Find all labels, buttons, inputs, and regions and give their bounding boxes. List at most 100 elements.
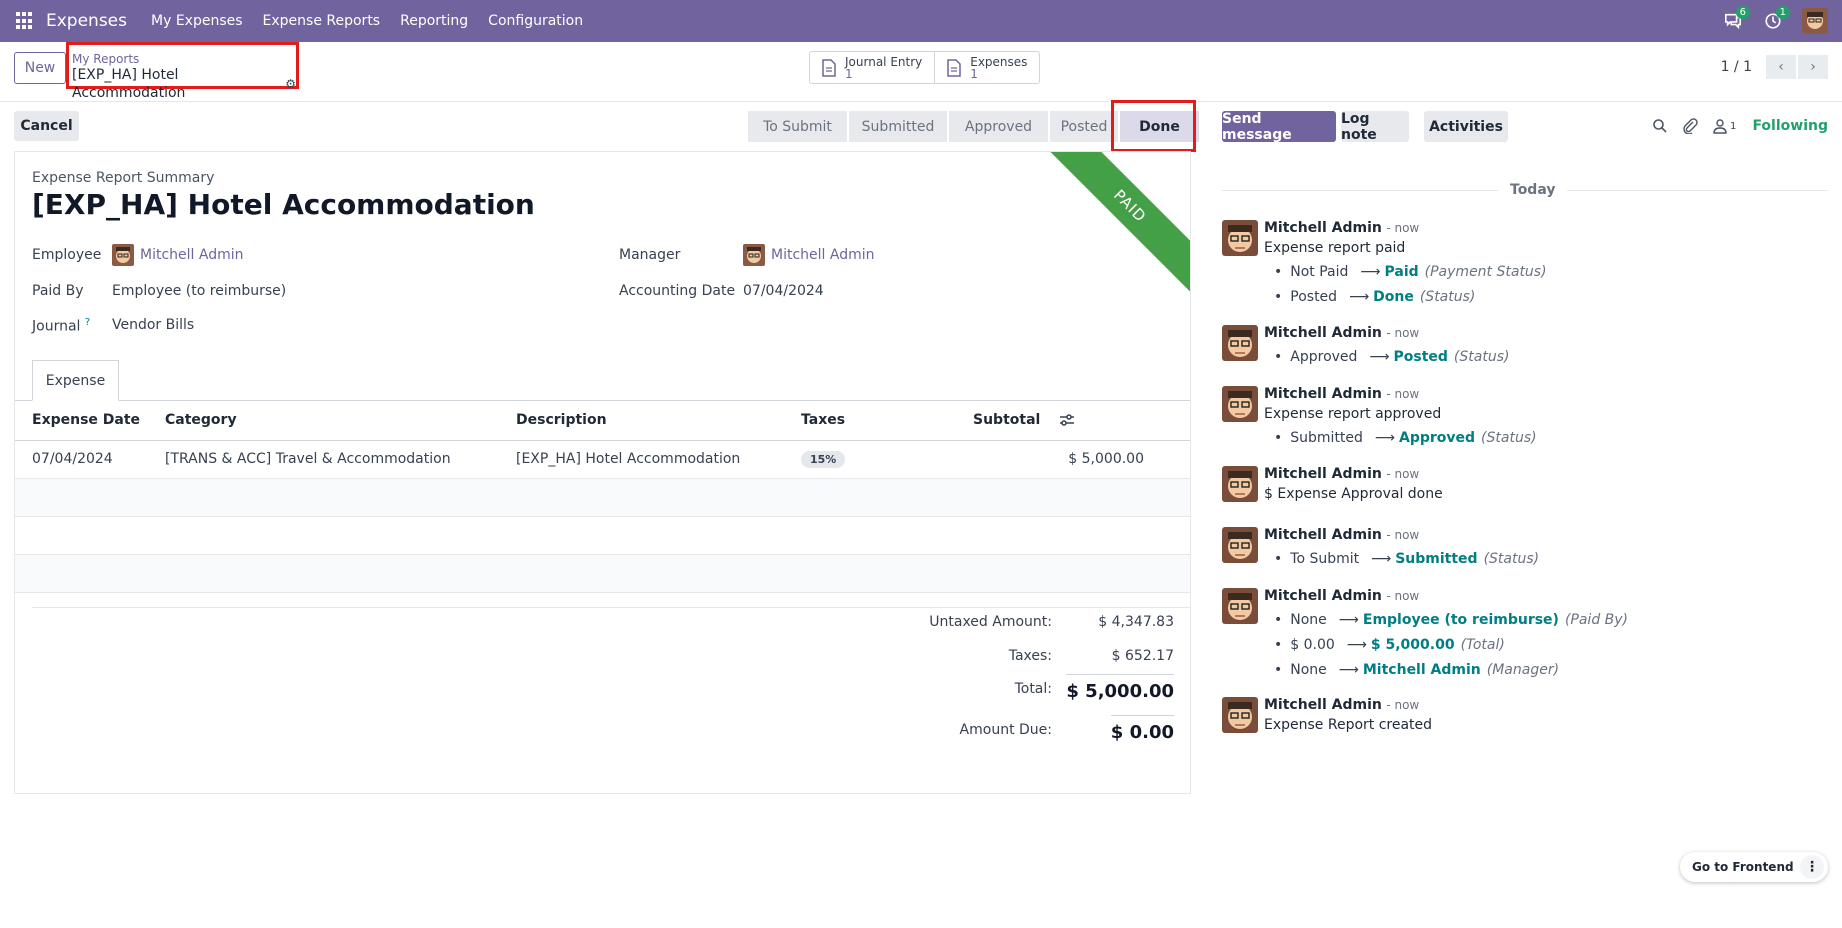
header-description[interactable]: Description [516,401,801,441]
message-header: Mitchell Admin - now [1264,588,1824,604]
activities-button[interactable]: Activities [1424,111,1508,142]
send-message-button[interactable]: Send message [1222,111,1336,143]
cell-description[interactable]: [EXP_HA] Hotel Accommodation [516,440,801,479]
done-highlight-box [1111,100,1196,152]
tab-expense[interactable]: Expense [32,360,119,401]
summary-label: Expense Report Summary [32,170,215,186]
message-author[interactable]: Mitchell Admin [1264,466,1382,482]
message-author[interactable]: Mitchell Admin [1264,386,1382,402]
pager-value[interactable]: 1 / 1 [1721,59,1752,75]
menu-expense-reports[interactable]: Expense Reports [263,13,381,29]
message-author[interactable]: Mitchell Admin [1264,220,1382,236]
help-icon[interactable]: ? [85,317,90,328]
stage-to-submit[interactable]: To Submit [748,111,847,142]
go-to-frontend-button[interactable]: Go to Frontend ⋮ [1680,852,1828,882]
manager-field[interactable]: Mitchell Admin [743,244,875,266]
untaxed-amount-value: $ 4,347.83 [1098,614,1174,630]
message-author[interactable]: Mitchell Admin [1264,697,1382,713]
journal-entry-count: 1 [845,66,853,81]
more-options-icon[interactable]: ⋮ [1800,855,1824,879]
tracking-field: (Status) [1483,551,1540,567]
tax-badge: 15% [801,451,846,468]
tracking-field: (Status) [1481,430,1537,446]
tracking-list: To Submit ⟶Submitted (Status) [1264,547,1824,572]
user-avatar[interactable] [1802,8,1828,34]
breadcrumb: My Reports [EXP_HA] Hotel Accommodation … [66,42,299,101]
message-body: Mitchell Admin - now Approved ⟶Posted (Sta… [1264,325,1824,370]
activity-menu[interactable]: 1 [1756,0,1790,42]
paid-by-value[interactable]: Employee (to reimburse) [112,283,286,299]
arrow-right-icon: ⟶ [1371,551,1392,567]
header-expense-date[interactable]: Expense Date [15,401,165,441]
breadcrumb-current-label: [EXP_HA] Hotel Accommodation [72,67,186,101]
messaging-menu[interactable]: 6 [1716,0,1750,42]
paperclip-icon[interactable] [1682,118,1698,134]
expenses-smart-button[interactable]: Expenses 1 [935,52,1039,83]
menu-configuration[interactable]: Configuration [488,13,583,29]
untaxed-amount-label: Untaxed Amount: [929,614,1052,630]
pager-next-button[interactable]: › [1798,55,1828,79]
author-avatar[interactable] [1222,220,1258,256]
tracking-new-value: Paid [1384,264,1419,280]
tracking-old-value: None [1290,662,1327,678]
taxes-label: Taxes: [1008,648,1052,664]
author-avatar[interactable] [1222,325,1258,361]
cancel-button[interactable]: Cancel [14,111,79,141]
message-date: - now [1386,698,1420,712]
apps-menu-icon[interactable] [16,12,34,30]
message-text: Expense Report created [1264,717,1433,733]
message-body: Mitchell Admin - now $ Expense Approval … [1264,466,1824,502]
header-taxes[interactable]: Taxes [801,401,973,441]
accounting-date-value[interactable]: 07/04/2024 [743,283,824,299]
author-avatar[interactable] [1222,697,1258,733]
tracking-new-value: Submitted [1395,551,1478,567]
menu-reporting[interactable]: Reporting [400,13,468,29]
tracking-item: $ 0.00 ⟶$ 5,000.00 (Total) [1274,633,1824,658]
go-to-frontend-label: Go to Frontend [1692,860,1794,874]
cell-subtotal[interactable]: $ 5,000.00 [973,440,1190,479]
tracking-field: (Payment Status) [1424,264,1547,280]
message-author[interactable]: Mitchell Admin [1264,527,1382,543]
tracking-old-value: $ 0.00 [1290,637,1335,653]
expenses-label: Expenses [970,54,1028,69]
employee-value[interactable]: Mitchell Admin [140,247,244,263]
message-author[interactable]: Mitchell Admin [1264,588,1382,604]
search-icon[interactable] [1652,118,1668,134]
app-brand[interactable]: Expenses [46,11,127,31]
manager-value[interactable]: Mitchell Admin [771,247,875,263]
table-row[interactable]: 07/04/2024 [TRANS & ACC] Travel & Accomm… [15,440,1190,479]
author-avatar[interactable] [1222,588,1258,624]
cell-category[interactable]: [TRANS & ACC] Travel & Accommodation [165,440,516,479]
message-body: Mitchell Admin - now None⟶Employee (to r… [1264,588,1824,683]
tracking-old-value: To Submit [1290,551,1360,567]
followers-icon[interactable] [1712,118,1728,134]
menu-my-expenses[interactable]: My Expenses [151,13,243,29]
breadcrumb-parent-link[interactable]: My Reports [72,52,296,66]
message-header: Mitchell Admin - now [1264,466,1824,482]
pager-previous-button[interactable]: ‹ [1766,55,1796,79]
stage-posted[interactable]: Posted [1050,111,1118,142]
new-button[interactable]: New [14,52,66,84]
log-note-button[interactable]: Log note [1341,111,1409,143]
author-avatar[interactable] [1222,386,1258,422]
journal-value[interactable]: Vendor Bills [112,317,194,333]
header-subtotal[interactable]: Subtotal [973,412,1040,428]
journal-entry-smart-button[interactable]: Journal Entry 1 [810,52,936,83]
author-avatar[interactable] [1222,466,1258,502]
stage-approved[interactable]: Approved [949,111,1048,142]
stage-submitted[interactable]: Submitted [849,111,947,142]
tracking-field: (Manager) [1486,662,1560,678]
gear-icon[interactable]: ⚙ [285,75,296,93]
message-author[interactable]: Mitchell Admin [1264,325,1382,341]
employee-field[interactable]: Mitchell Admin [112,244,244,266]
cell-expense-date[interactable]: 07/04/2024 [15,440,165,479]
cell-taxes[interactable]: 15% [801,440,973,479]
author-avatar[interactable] [1222,527,1258,563]
employee-avatar [112,244,134,266]
empty-row [15,478,1190,517]
report-title[interactable]: [EXP_HA] Hotel Accommodation [32,188,535,221]
column-settings-icon[interactable] [1059,413,1075,427]
following-button[interactable]: Following [1752,118,1828,134]
header-category[interactable]: Category [165,401,516,441]
message-date: - now [1386,387,1420,401]
